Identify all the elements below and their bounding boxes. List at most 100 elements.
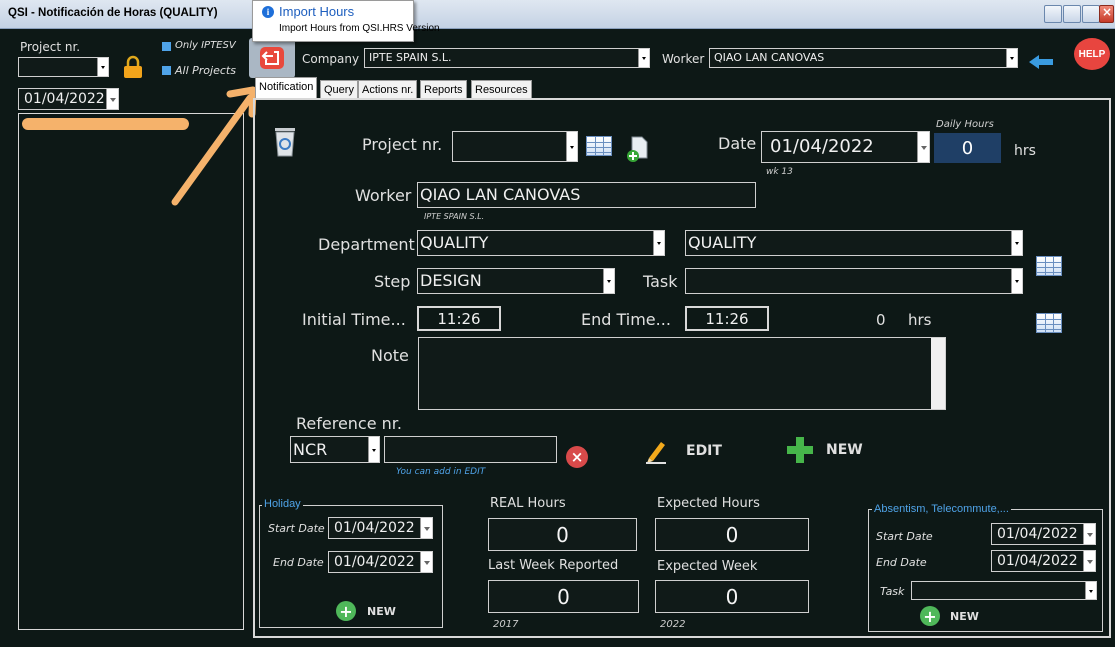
worker-select[interactable]: QIAO LAN CANOVAS xyxy=(709,48,1018,68)
total-hours-value: 0 xyxy=(876,311,886,329)
last-week-value: 0 xyxy=(488,580,639,613)
add-project-button[interactable] xyxy=(626,135,650,163)
holiday-new-button[interactable]: + xyxy=(336,601,356,621)
plus-icon: + xyxy=(923,606,937,626)
date-label: Date xyxy=(718,134,757,153)
department-value: QUALITY xyxy=(420,233,489,252)
calendar-grid-icon[interactable] xyxy=(586,136,612,156)
reference-type-value: NCR xyxy=(293,440,328,459)
maximize-button[interactable] xyxy=(1082,5,1100,23)
info-icon: i xyxy=(262,6,274,18)
chevron-down-icon[interactable] xyxy=(97,58,108,76)
task-grid-icon[interactable] xyxy=(1036,313,1062,333)
tooltip: i Import Hours Import Hours from QSI.HRS… xyxy=(252,0,440,42)
back-arrow-button[interactable] xyxy=(1027,54,1055,70)
chevron-down-icon[interactable] xyxy=(1011,269,1022,293)
worker-label: Worker xyxy=(662,52,705,66)
edit-button[interactable] xyxy=(645,438,667,464)
absentism-end-date[interactable]: 01/04/2022 xyxy=(991,550,1096,572)
sub-department-select[interactable]: QUALITY xyxy=(685,230,1023,256)
absentism-new-label[interactable]: NEW xyxy=(950,610,979,623)
close-icon: × xyxy=(1102,5,1113,19)
real-hours-value: 0 xyxy=(488,518,637,551)
chevron-down-icon[interactable] xyxy=(420,518,432,538)
absentism-start-date[interactable]: 01/04/2022 xyxy=(991,523,1096,545)
holiday-start-date[interactable]: 01/04/2022 xyxy=(328,517,433,539)
chevron-down-icon[interactable] xyxy=(1006,49,1017,67)
date-picker[interactable]: 01/04/2022 xyxy=(761,131,930,163)
title-bar: QSI - Notificación de Horas (QUALITY) × xyxy=(0,0,1115,29)
tab-reports[interactable]: Reports xyxy=(420,80,467,99)
help-button[interactable]: HELP xyxy=(1074,38,1110,70)
worker-company-label: IPTE SPAIN S.L. xyxy=(424,212,485,221)
tab-notification[interactable]: Notification xyxy=(255,77,318,99)
worker-value: QIAO LAN CANOVAS xyxy=(714,51,825,64)
chevron-down-icon[interactable] xyxy=(420,552,432,572)
left-project-select[interactable] xyxy=(18,57,109,77)
chevron-down-icon[interactable] xyxy=(603,269,614,293)
reference-hint: You can add in EDIT xyxy=(396,467,486,477)
chevron-down-icon[interactable] xyxy=(106,89,118,109)
reference-label: Reference nr. xyxy=(296,414,402,433)
new-entry-label[interactable]: NEW xyxy=(826,442,863,458)
initial-time-input[interactable]: 11:26 xyxy=(417,306,501,331)
holiday-legend: Holiday xyxy=(262,498,303,510)
chevron-down-icon[interactable] xyxy=(368,437,379,462)
reference-type-select[interactable]: NCR xyxy=(290,436,380,463)
chevron-down-icon[interactable] xyxy=(1085,582,1096,599)
edit-label[interactable]: EDIT xyxy=(686,443,722,459)
project-select[interactable] xyxy=(452,131,578,162)
sub-department-value: QUALITY xyxy=(688,233,757,252)
step-select[interactable]: DESIGN xyxy=(417,268,615,294)
absentism-new-button[interactable]: + xyxy=(920,606,940,626)
minimize-button[interactable] xyxy=(1063,5,1081,23)
holiday-start-label: Start Date xyxy=(268,522,325,535)
tooltip-title: Import Hours xyxy=(279,4,355,19)
department-select[interactable]: QUALITY xyxy=(417,230,665,256)
holiday-new-label[interactable]: NEW xyxy=(367,605,396,618)
last-week-label: Last Week Reported xyxy=(488,558,619,573)
chevron-down-icon[interactable] xyxy=(1083,524,1095,544)
task-select[interactable] xyxy=(685,268,1023,294)
chevron-down-icon[interactable] xyxy=(566,132,577,161)
chevron-down-icon[interactable] xyxy=(1083,551,1095,571)
initial-time-label: Initial Time... xyxy=(302,310,406,329)
task-label: Task xyxy=(643,272,678,291)
left-date-picker[interactable]: 01/04/2022 xyxy=(18,88,119,110)
close-button[interactable]: × xyxy=(1099,5,1114,23)
only-iptesv-checkbox[interactable] xyxy=(162,42,171,51)
import-icon xyxy=(260,47,284,69)
note-label: Note xyxy=(371,346,409,365)
tab-query[interactable]: Query xyxy=(320,80,358,99)
reference-input[interactable] xyxy=(384,436,557,463)
restore-button[interactable] xyxy=(1044,5,1062,23)
tab-resources[interactable]: Resources xyxy=(471,80,532,99)
holiday-end-date[interactable]: 01/04/2022 xyxy=(328,551,433,573)
help-label: HELP xyxy=(1078,48,1106,60)
new-entry-button[interactable] xyxy=(786,436,814,464)
trash-button[interactable] xyxy=(272,125,298,157)
add-document-icon xyxy=(627,136,648,162)
end-time-input[interactable]: 11:26 xyxy=(685,306,769,331)
company-label: Company xyxy=(302,52,360,66)
expected-week-year: 2022 xyxy=(660,619,686,630)
company-select[interactable]: IPTE SPAIN S.L. xyxy=(364,48,650,68)
tooltip-body: Import Hours from QSI.HRS Version xyxy=(279,23,440,34)
clear-reference-button[interactable]: × xyxy=(566,446,588,468)
all-projects-checkbox[interactable] xyxy=(162,66,171,75)
note-scrollbar[interactable] xyxy=(931,338,945,409)
chevron-down-icon[interactable] xyxy=(653,231,664,255)
absentism-start-value: 01/04/2022 xyxy=(997,526,1078,542)
note-textarea[interactable] xyxy=(418,337,946,410)
project-label: Project nr. xyxy=(362,135,443,154)
plus-icon: + xyxy=(339,601,353,621)
lock-icon[interactable] xyxy=(123,55,143,79)
chevron-down-icon[interactable] xyxy=(1011,231,1022,255)
department-grid-icon[interactable] xyxy=(1036,256,1062,276)
import-hours-button[interactable] xyxy=(249,38,295,78)
chevron-down-icon[interactable] xyxy=(917,132,929,162)
tab-actions[interactable]: Actions nr. xyxy=(358,80,418,99)
chevron-down-icon[interactable] xyxy=(638,49,649,67)
absentism-task-select[interactable] xyxy=(911,581,1097,600)
daily-hours-value: 0 xyxy=(934,133,1001,163)
